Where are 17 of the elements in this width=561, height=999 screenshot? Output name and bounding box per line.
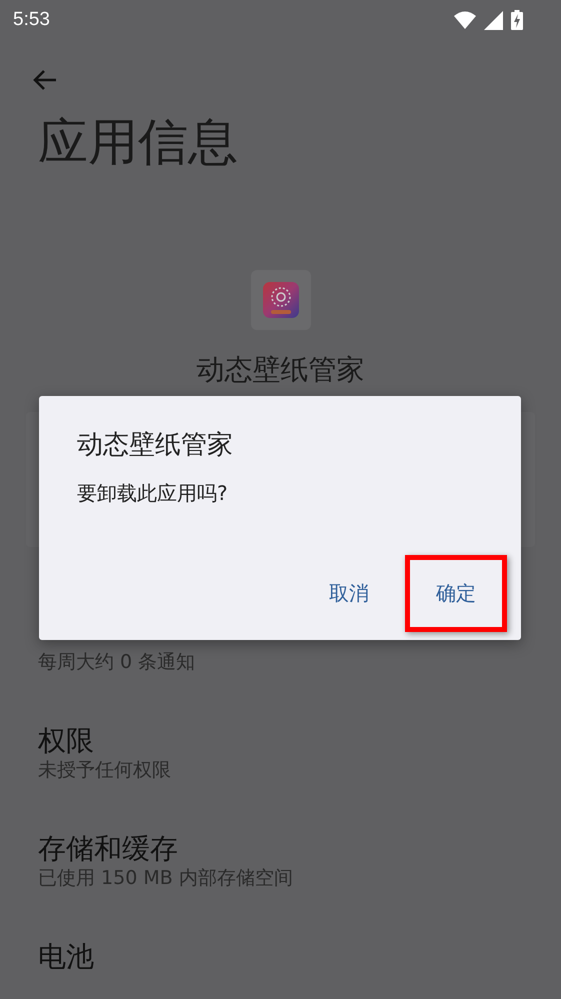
wifi-icon — [454, 11, 476, 29]
signal-icon — [484, 10, 503, 30]
setting-title[interactable]: 存储和缓存 — [38, 833, 523, 865]
setting-title[interactable]: 权限 — [38, 725, 523, 757]
page-title: 应用信息 — [38, 112, 239, 173]
status-time: 5:53 — [13, 9, 50, 31]
setting-title[interactable]: 电池 — [38, 941, 523, 973]
app-icon — [262, 282, 298, 318]
app-name: 动态壁纸管家 — [196, 352, 364, 388]
setting-summary: 未授予任何权限 — [38, 758, 172, 783]
setting-summary: 已使用 150 MB 内部存储空间 — [38, 866, 294, 891]
dialog-button[interactable]: 取消 — [313, 568, 385, 619]
dialog-message: 要卸载此应用吗? — [77, 480, 229, 507]
setting-summary: 每周大约 0 条通知 — [38, 650, 196, 675]
dialog-button[interactable]: 确定 — [420, 568, 492, 619]
battery-icon — [511, 10, 523, 30]
dialog-title: 动态壁纸管家 — [77, 429, 234, 462]
